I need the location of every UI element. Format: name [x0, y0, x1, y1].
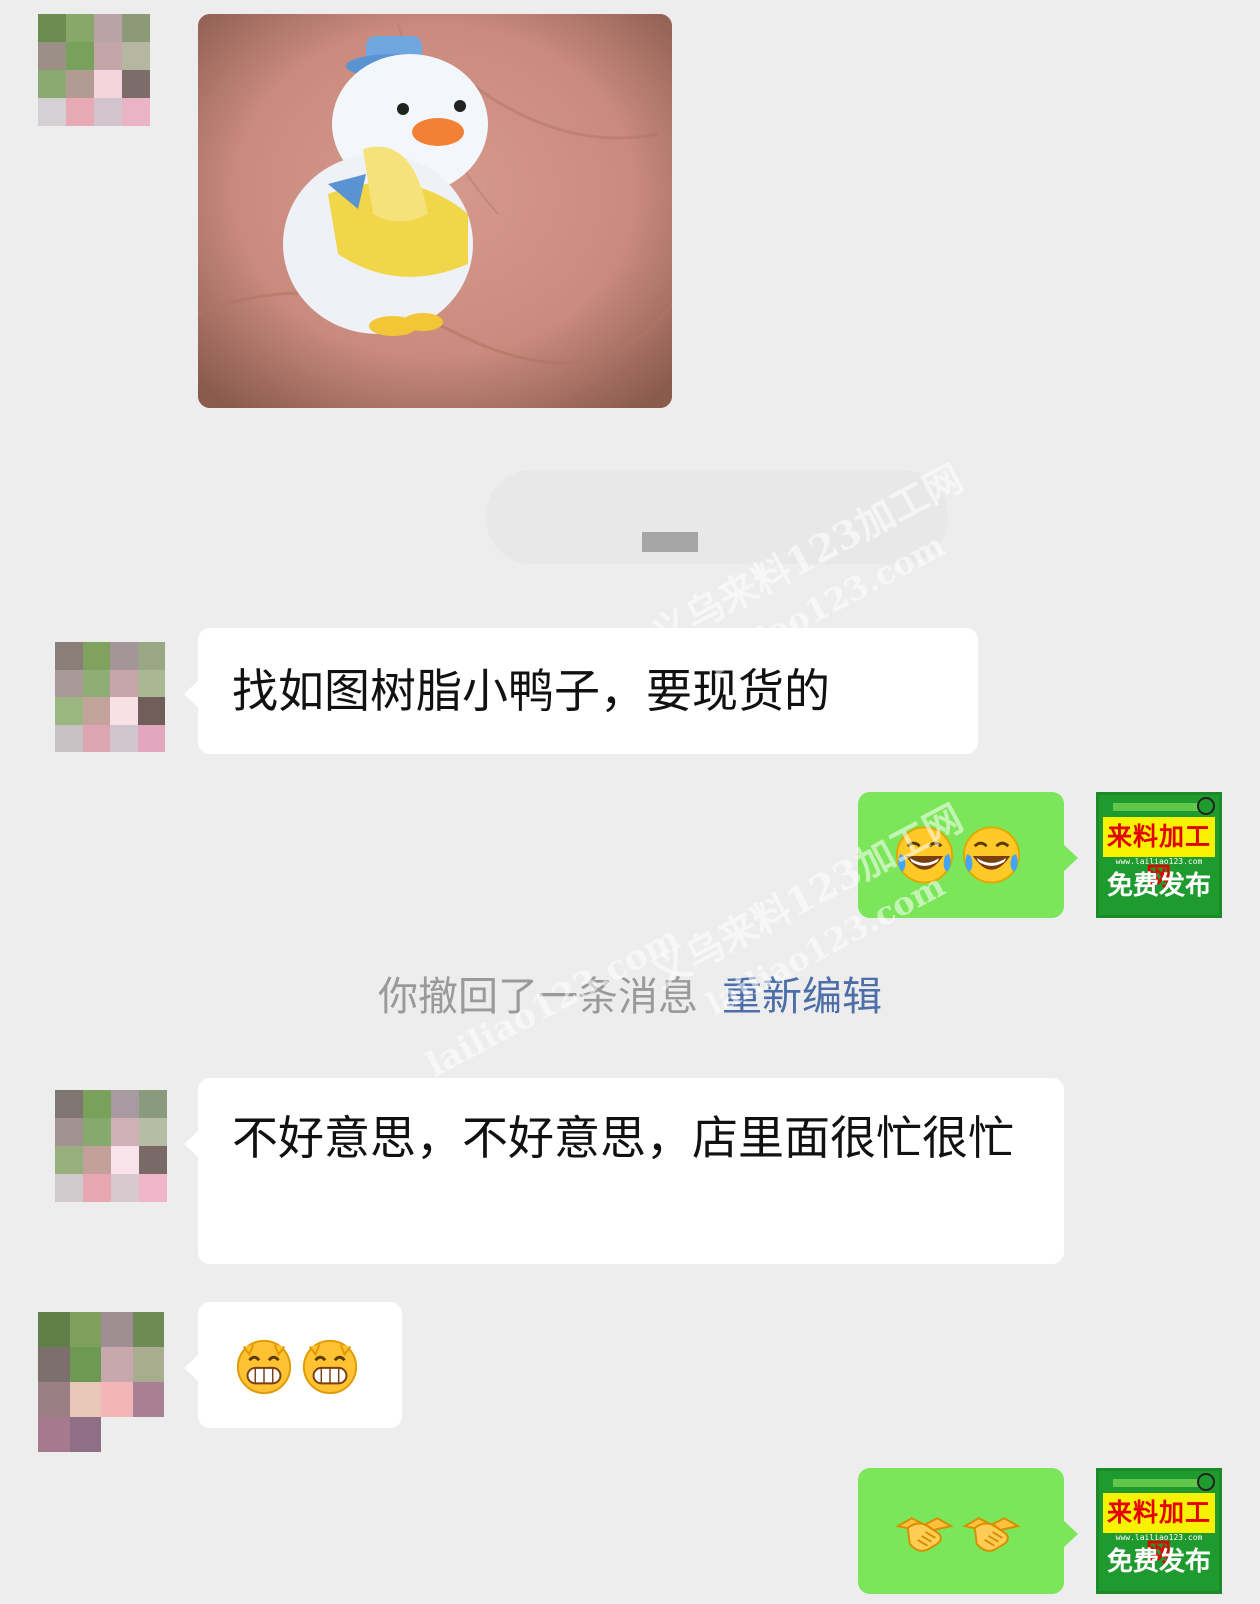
outgoing-message-bubble[interactable]: [858, 1468, 1078, 1594]
contact-avatar[interactable]: [38, 14, 150, 126]
ad-title: 来料加工网: [1103, 1493, 1215, 1567]
chat-area: 找如图树脂小鸭子，要现货的 来料加工网 www.lailiao123.com 免…: [0, 0, 1260, 1604]
tears-of-joy-icon: [962, 826, 1021, 884]
message-text: 找如图树脂小鸭子，要现货的: [232, 664, 830, 718]
handshake-icon: [962, 1517, 1021, 1552]
timestamp-pill: [486, 470, 948, 564]
tears-of-joy-icon: [895, 826, 954, 884]
contact-avatar[interactable]: [38, 1312, 164, 1452]
ad-title: 来料加工网: [1103, 817, 1215, 891]
message-text: 不好意思，不好意思，店里面很忙很忙: [232, 1111, 1014, 1165]
incoming-message-bubble[interactable]: 不好意思，不好意思，店里面很忙很忙: [184, 1078, 1064, 1264]
ad-subtitle: 免费发布: [1106, 1547, 1211, 1577]
ad-strip: [1113, 803, 1205, 811]
outgoing-message-bubble[interactable]: [858, 792, 1078, 918]
my-avatar[interactable]: 来料加工网 www.lailiao123.com 免费发布: [1096, 1468, 1222, 1594]
contact-avatar[interactable]: [55, 1090, 167, 1202]
recall-notice: 你撤回了一条消息 重新编辑: [0, 968, 1260, 1026]
my-avatar[interactable]: 来料加工网 www.lailiao123.com 免费发布: [1096, 792, 1222, 918]
ad-strip: [1113, 1479, 1205, 1487]
ad-url: www.lailiao123.com: [1115, 1533, 1203, 1542]
incoming-message-bubble[interactable]: 找如图树脂小鸭子，要现货的: [184, 628, 978, 754]
ad-url: www.lailiao123.com: [1115, 857, 1203, 866]
badge-icon: [1197, 797, 1215, 815]
duck-photo: [198, 14, 672, 408]
handshake-icon: [895, 1517, 954, 1552]
timestamp-text-blurred: [642, 532, 698, 552]
grinning-icon: [302, 1339, 358, 1395]
recall-notice-text: 你撤回了一条消息: [378, 974, 698, 1020]
grinning-icon: [236, 1339, 292, 1395]
badge-icon: [1197, 1473, 1215, 1491]
re-edit-link[interactable]: 重新编辑: [722, 974, 882, 1020]
ad-subtitle: 免费发布: [1106, 871, 1211, 901]
incoming-message-bubble[interactable]: [184, 1302, 402, 1428]
duck-photo-message[interactable]: [198, 14, 672, 408]
contact-avatar[interactable]: [55, 642, 165, 752]
